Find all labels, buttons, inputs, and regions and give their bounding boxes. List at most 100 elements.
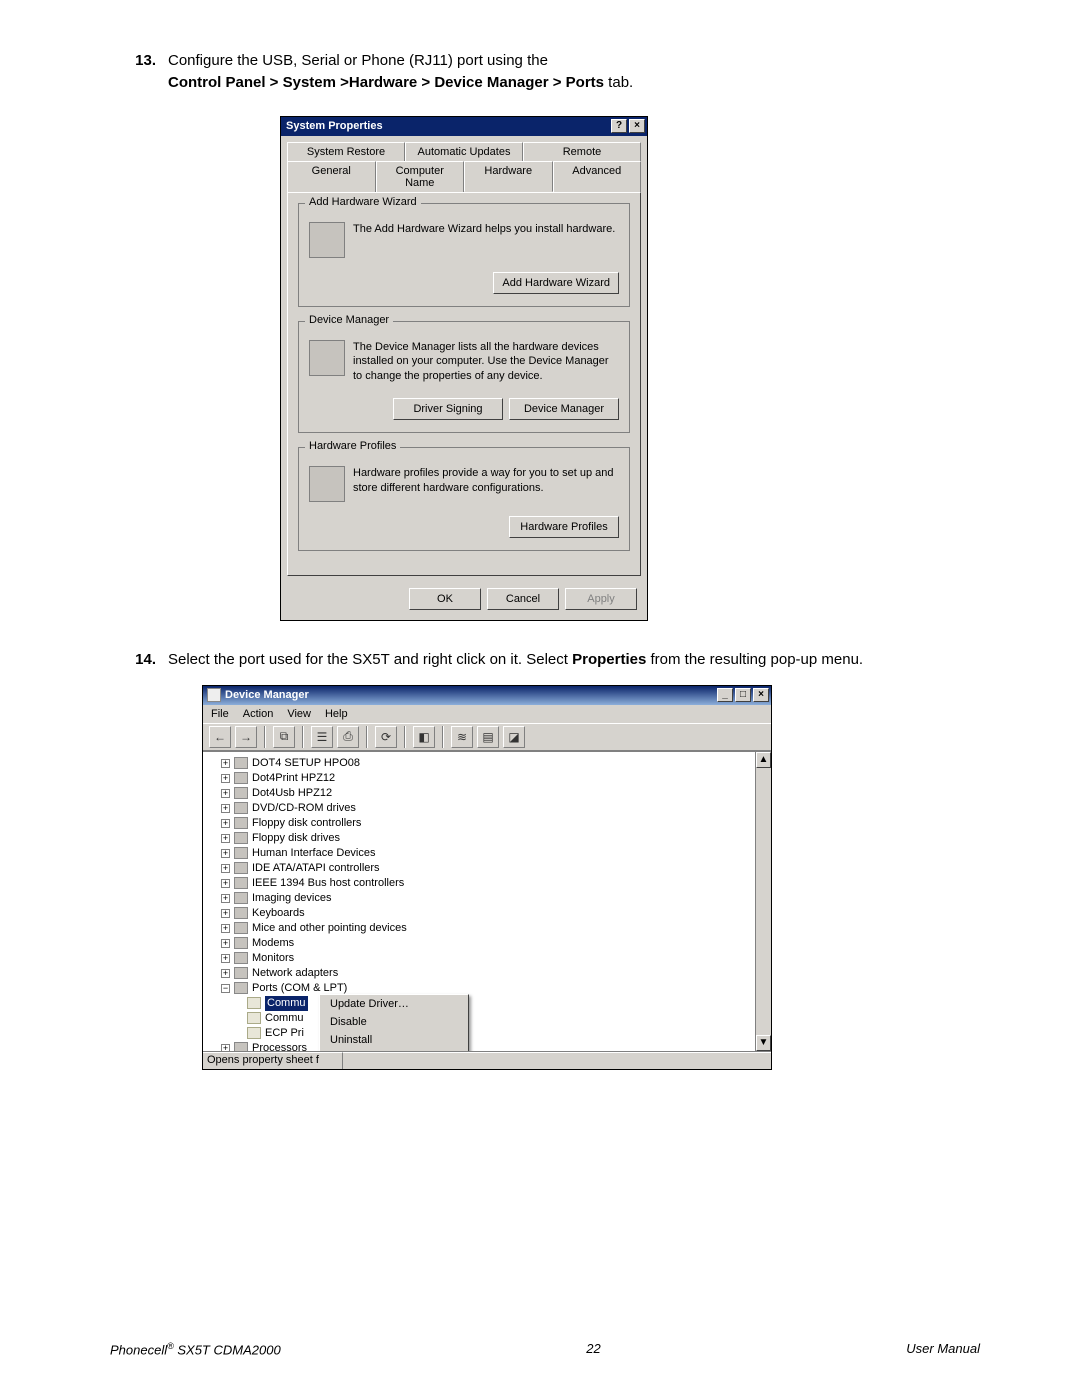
device-manager-icon (309, 340, 345, 376)
page-footer: Phonecell® SX5T CDMA2000 22 User Manual (110, 1341, 980, 1357)
tree-item[interactable]: Monitors (252, 951, 294, 966)
maximize-button[interactable]: □ (735, 688, 751, 702)
devmgr-app-icon (207, 688, 221, 702)
device-manager-button[interactable]: Device Manager (509, 398, 619, 420)
tree-item[interactable]: Network adapters (252, 966, 338, 981)
device-icon (234, 952, 248, 964)
hardware-wizard-icon (309, 222, 345, 258)
add-hardware-wizard-group: Add Hardware Wizard The Add Hardware Wiz… (298, 203, 630, 307)
driver-signing-button[interactable]: Driver Signing (393, 398, 503, 420)
menu-action[interactable]: Action (243, 708, 274, 720)
tree-item[interactable]: Keyboards (252, 906, 305, 921)
step-14-text: Select the port used for the SX5T and ri… (168, 649, 980, 671)
tree-item[interactable]: Processors (252, 1041, 307, 1051)
tab-automatic-updates[interactable]: Automatic Updates (405, 142, 523, 161)
devmgr-toolbar: ← → ⧉ ☰ ⎙ ⟳ ◧ ≋ ▤ ◪ (203, 723, 771, 751)
step-13-number: 13. (110, 50, 168, 94)
system-properties-dialog: System Properties ? × System Restore Aut… (280, 116, 648, 622)
device-icon (234, 787, 248, 799)
port-icon (247, 997, 261, 1009)
device-icon (234, 832, 248, 844)
device-icon (234, 1042, 248, 1051)
apply-button: Apply (565, 588, 637, 610)
menu-help[interactable]: Help (325, 708, 348, 720)
device-icon (234, 877, 248, 889)
menu-file[interactable]: File (211, 708, 229, 720)
device-icon (234, 802, 248, 814)
footer-right: User Manual (906, 1341, 980, 1357)
port-icon (247, 1027, 261, 1039)
context-menu: Update Driver… Disable Uninstall Scan fo… (319, 994, 469, 1051)
device-icon (234, 847, 248, 859)
toolbar-icon-b[interactable]: ▤ (477, 726, 499, 748)
refresh-icon[interactable]: ⟳ (375, 726, 397, 748)
cm-disable[interactable]: Disable (320, 1013, 468, 1031)
scroll-up-button[interactable]: ▲ (756, 752, 771, 768)
hardware-profiles-button[interactable]: Hardware Profiles (509, 516, 619, 538)
tab-system-restore[interactable]: System Restore (287, 142, 405, 161)
tree-item[interactable]: Floppy disk drives (252, 831, 340, 846)
tab-general[interactable]: General (287, 161, 376, 192)
device-icon (234, 967, 248, 979)
vertical-scrollbar[interactable]: ▲ ▼ (755, 752, 771, 1051)
print-icon[interactable]: ⎙ (337, 726, 359, 748)
scan-icon[interactable]: ◧ (413, 726, 435, 748)
device-icon (234, 862, 248, 874)
device-manager-window: Device Manager _ □ × File Action View He… (202, 685, 772, 1070)
minimize-button[interactable]: _ (717, 688, 733, 702)
device-icon (234, 907, 248, 919)
tree-item[interactable]: IEEE 1394 Bus host controllers (252, 876, 404, 891)
tab-computer-name[interactable]: Computer Name (376, 161, 465, 192)
close-button[interactable]: × (629, 119, 645, 133)
tab-advanced[interactable]: Advanced (553, 161, 642, 192)
tree-item[interactable]: Floppy disk controllers (252, 816, 361, 831)
tree-item[interactable]: Mice and other pointing devices (252, 921, 407, 936)
cm-update-driver[interactable]: Update Driver… (320, 995, 468, 1013)
tree-item[interactable]: Human Interface Devices (252, 846, 376, 861)
menu-view[interactable]: View (287, 708, 311, 720)
tab-remote[interactable]: Remote (523, 142, 641, 161)
scroll-down-button[interactable]: ▼ (756, 1035, 771, 1051)
up-icon[interactable]: ⧉ (273, 726, 295, 748)
selected-port[interactable]: Commu (265, 996, 308, 1011)
ok-button[interactable]: OK (409, 588, 481, 610)
tree-item[interactable]: DOT4 SETUP HPO08 (252, 756, 360, 771)
device-icon (234, 757, 248, 769)
device-tree[interactable]: +DOT4 SETUP HPO08 +Dot4Print HPZ12 +Dot4… (203, 752, 755, 1051)
tree-item[interactable]: Dot4Usb HPZ12 (252, 786, 332, 801)
help-button[interactable]: ? (611, 119, 627, 133)
tab-hardware[interactable]: Hardware (464, 161, 553, 192)
cancel-button[interactable]: Cancel (487, 588, 559, 610)
tree-item[interactable]: Imaging devices (252, 891, 332, 906)
device-manager-group: Device Manager The Device Manager lists … (298, 321, 630, 434)
device-icon (234, 937, 248, 949)
device-icon (234, 772, 248, 784)
device-icon (234, 892, 248, 904)
port-item[interactable]: Commu (265, 1011, 304, 1026)
forward-icon[interactable]: → (235, 726, 257, 748)
add-hardware-wizard-button[interactable]: Add Hardware Wizard (493, 272, 619, 294)
close-button[interactable]: × (753, 688, 769, 702)
port-icon (247, 1012, 261, 1024)
properties-icon[interactable]: ☰ (311, 726, 333, 748)
devmgr-title: Device Manager (225, 689, 309, 701)
hardware-profiles-icon (309, 466, 345, 502)
status-bar-text: Opens property sheet f (203, 1052, 343, 1069)
port-item[interactable]: ECP Pri (265, 1026, 304, 1041)
back-icon[interactable]: ← (209, 726, 231, 748)
device-icon (234, 817, 248, 829)
devmgr-menu-bar: File Action View Help (203, 705, 771, 723)
status-bar-spacer (343, 1052, 771, 1069)
device-icon (234, 922, 248, 934)
sysprops-title: System Properties (286, 120, 383, 132)
cm-uninstall[interactable]: Uninstall (320, 1031, 468, 1049)
tree-item[interactable]: DVD/CD-ROM drives (252, 801, 356, 816)
toolbar-icon-a[interactable]: ≋ (451, 726, 473, 748)
page-number: 22 (586, 1341, 600, 1357)
tree-item[interactable]: Dot4Print HPZ12 (252, 771, 335, 786)
tree-item[interactable]: IDE ATA/ATAPI controllers (252, 861, 380, 876)
hardware-profiles-group: Hardware Profiles Hardware profiles prov… (298, 447, 630, 551)
toolbar-icon-c[interactable]: ◪ (503, 726, 525, 748)
tree-item[interactable]: Modems (252, 936, 294, 951)
step-14-number: 14. (110, 649, 168, 671)
